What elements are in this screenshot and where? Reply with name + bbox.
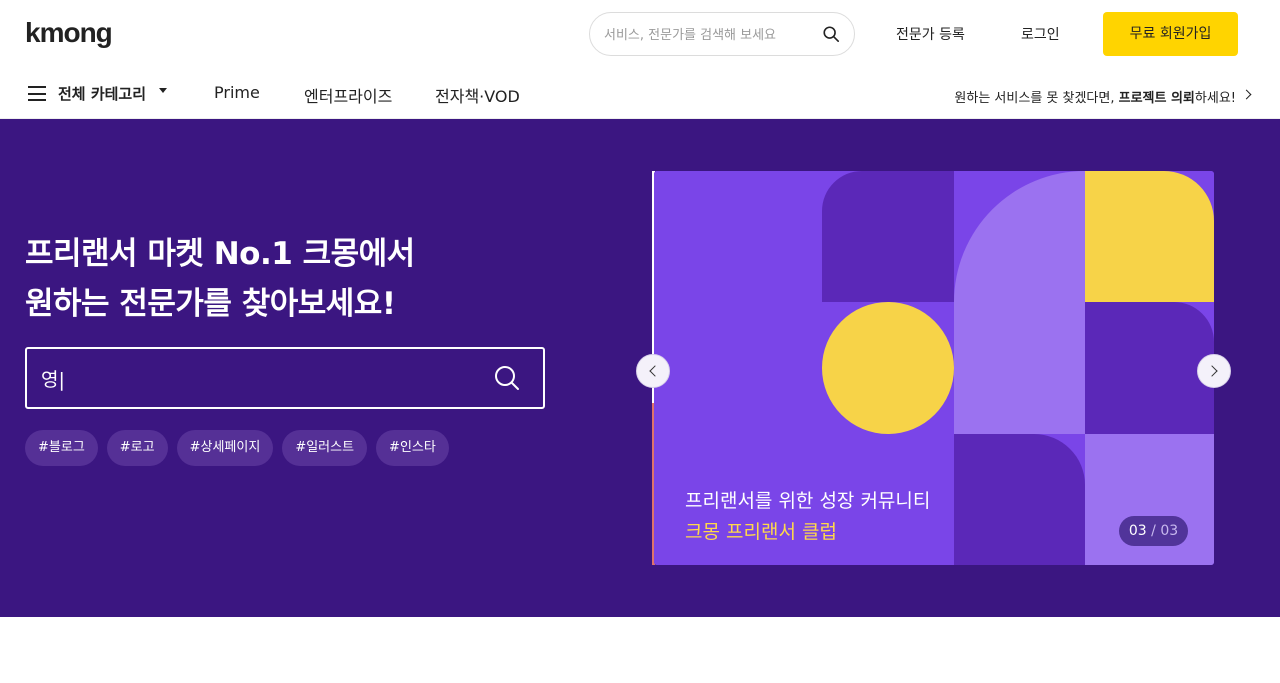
hero-title-line2: 원하는 전문가를 찾아보세요! bbox=[25, 286, 396, 322]
tag-blog[interactable]: #블로그 bbox=[25, 430, 98, 466]
header-search-box[interactable] bbox=[589, 12, 855, 56]
tag-instagram[interactable]: #인스타 bbox=[376, 430, 449, 466]
search-icon[interactable] bbox=[493, 364, 521, 392]
hero-title-line1: 프리랜서 마켓 No.1 크몽에서 bbox=[25, 236, 415, 272]
login-link[interactable]: 로그인 bbox=[1021, 24, 1060, 44]
banner-headline: 프리랜서를 위한 성장 커뮤니티 bbox=[685, 490, 931, 512]
carousel-next-button[interactable] bbox=[1197, 354, 1231, 388]
kmong-logo[interactable]: kmong bbox=[25, 17, 113, 49]
all-categories-button[interactable]: 전체 카테고리 bbox=[58, 83, 146, 104]
nav-item-ebook-vod[interactable]: 전자책·VOD bbox=[435, 83, 520, 107]
request-text-bold: 프로젝트 의뢰 bbox=[1118, 91, 1195, 106]
yellow-circle-shape bbox=[822, 302, 954, 434]
popular-tags: #블로그 #로고 #상세페이지 #일러스트 #인스타 bbox=[25, 430, 449, 466]
promo-banner[interactable]: 프리랜서를 위한 성장 커뮤니티 크몽 프리랜서 클럽 03 / 03 bbox=[654, 171, 1214, 565]
category-nav: 전체 카테고리 Prime 엔터프라이즈 전자책·VOD 원하는 서비스를 못 … bbox=[0, 68, 1280, 119]
banner-subheadline: 크몽 프리랜서 클럽 bbox=[685, 521, 837, 543]
nav-item-prime[interactable]: Prime bbox=[214, 83, 260, 102]
request-text-prefix: 원하는 서비스를 못 찾겠다면, bbox=[954, 91, 1119, 106]
search-icon[interactable] bbox=[822, 25, 840, 43]
slide-separator: / bbox=[1146, 523, 1161, 539]
tag-logo[interactable]: #로고 bbox=[106, 430, 168, 466]
hero-title: 프리랜서 마켓 No.1 크몽에서 원하는 전문가를 찾아보세요! bbox=[25, 229, 415, 329]
expert-register-link[interactable]: 전문가 등록 bbox=[896, 24, 965, 44]
carousel-prev-button[interactable] bbox=[636, 354, 670, 388]
top-header: kmong 전문가 등록 로그인 무료 회원가입 bbox=[0, 0, 1280, 68]
slide-counter: 03 / 03 bbox=[1119, 516, 1188, 546]
dark-rounded-shape bbox=[822, 171, 954, 302]
hero-section: 프리랜서 마켓 No.1 크몽에서 원하는 전문가를 찾아보세요! #블로그 #… bbox=[0, 119, 1280, 617]
slide-current: 03 bbox=[1128, 523, 1147, 539]
chevron-right-icon bbox=[1206, 365, 1218, 377]
chevron-left-icon bbox=[649, 365, 661, 377]
signup-button[interactable]: 무료 회원가입 bbox=[1103, 12, 1238, 56]
dark-bottom-shape bbox=[954, 434, 1085, 565]
nav-item-enterprise[interactable]: 엔터프라이즈 bbox=[304, 83, 392, 107]
header-search-input[interactable] bbox=[604, 23, 814, 47]
tag-illustration[interactable]: #일러스트 bbox=[282, 430, 368, 466]
slide-total: 03 bbox=[1160, 523, 1179, 539]
dark-square-shape bbox=[1085, 302, 1214, 434]
hero-search-input[interactable] bbox=[41, 363, 471, 393]
yellow-corner-shape bbox=[1085, 171, 1214, 302]
caret-down-icon[interactable] bbox=[159, 88, 167, 93]
tag-detail-page[interactable]: #상세페이지 bbox=[176, 430, 274, 466]
project-request-link[interactable]: 원하는 서비스를 못 찾겠다면, 프로젝트 의뢰하세요! bbox=[954, 87, 1236, 106]
request-text-suffix: 하세요! bbox=[1194, 91, 1236, 106]
menu-icon[interactable] bbox=[28, 86, 46, 101]
chevron-right-icon[interactable] bbox=[1241, 89, 1252, 100]
hero-search-box[interactable] bbox=[25, 347, 545, 409]
